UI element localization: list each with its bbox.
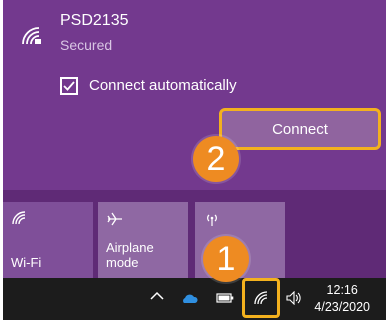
wifi-icon (254, 291, 268, 305)
onedrive-cloud-icon[interactable] (180, 293, 198, 304)
clock-time: 12:16 (326, 283, 358, 297)
network-name: PSD2135 (60, 12, 129, 29)
volume-icon[interactable] (286, 291, 302, 305)
clock[interactable]: 12:16 4/23/2020 (314, 282, 370, 316)
step-2-callout: 2 (193, 136, 239, 182)
network-flyout: PSD2135 Secured Connect automatically Co… (3, 0, 386, 278)
airplane-icon (107, 212, 122, 226)
clock-date: 4/23/2020 (314, 300, 370, 314)
wifi-icon (12, 211, 26, 225)
battery-icon[interactable] (216, 292, 234, 304)
connect-automatically-label: Connect automatically (89, 77, 237, 94)
taskbar: 12:16 4/23/2020 (3, 278, 386, 320)
connect-automatically-checkbox[interactable] (60, 77, 78, 95)
quick-actions: Wi-Fi Airplane mode (3, 202, 386, 278)
quick-action-wifi-label: Wi-Fi (11, 255, 42, 270)
quick-action-wifi[interactable]: Wi-Fi (3, 202, 93, 278)
quick-action-airplane-label: Airplane mode (106, 240, 154, 270)
network-status: Secured (60, 37, 113, 53)
wifi-secured-icon (22, 27, 41, 45)
quick-action-airplane-mode[interactable]: Airplane mode (98, 202, 188, 278)
mobile-hotspot-icon (207, 214, 217, 226)
connect-button[interactable]: Connect (219, 108, 381, 150)
wifi-tray-button[interactable] (242, 278, 280, 318)
checkmark-icon (63, 81, 75, 91)
step-1-callout: 1 (203, 236, 249, 282)
chevron-up-icon[interactable] (150, 291, 164, 301)
